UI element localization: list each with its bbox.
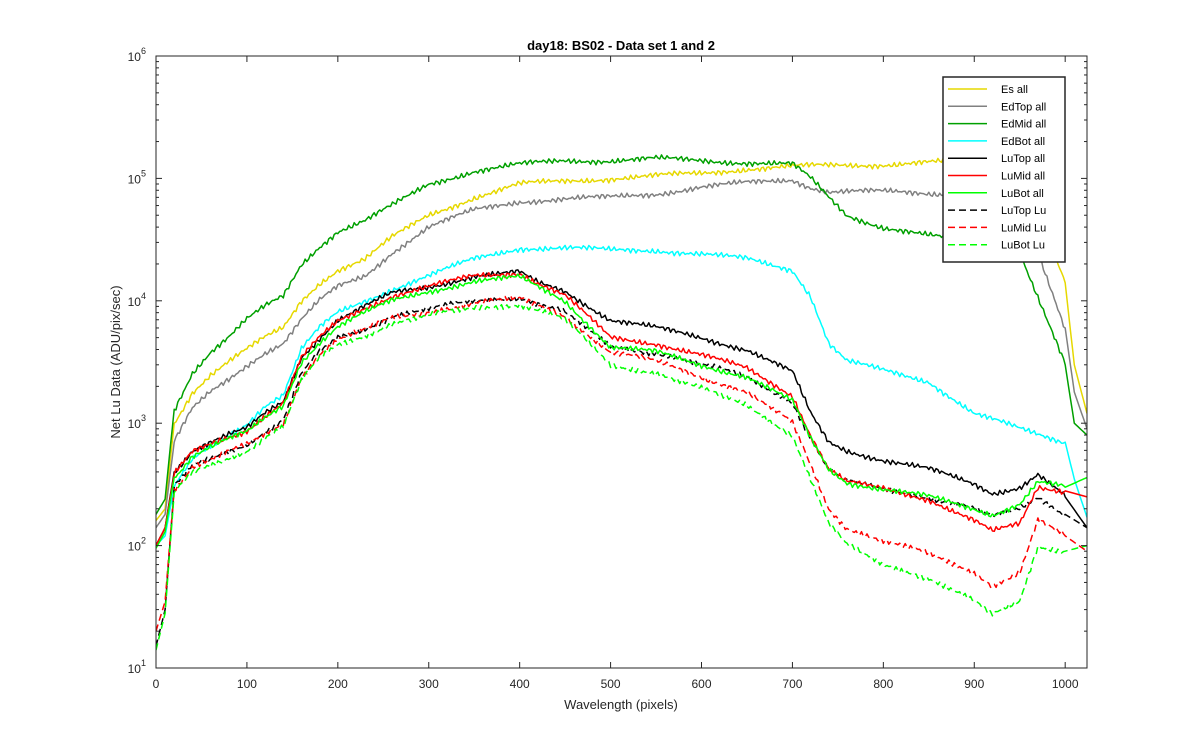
- x-tick-label: 700: [782, 677, 802, 691]
- chart-figure: 0 100 200 300 400 500 600 700 800 900 1000 1011021…: [0, 0, 1200, 750]
- x-tick-label: 900: [964, 677, 984, 691]
- legend-label: LuBot Lu: [1001, 240, 1045, 252]
- legend-label: LuMid all: [1001, 171, 1045, 183]
- x-tick-label: 200: [328, 677, 348, 691]
- legend-label: LuMid Lu: [1001, 222, 1046, 234]
- legend-label: LuBot all: [1001, 188, 1044, 200]
- y-tick-exponent: 4: [141, 291, 146, 301]
- legend-label: EdBot all: [1001, 136, 1045, 148]
- y-tick-base: 10: [128, 662, 142, 676]
- x-tick-label: 800: [873, 677, 893, 691]
- x-tick-label: 300: [419, 677, 439, 691]
- legend-label: LuTop Lu: [1001, 205, 1046, 217]
- legend: Es all EdTop all EdMid all EdBot all LuTop a…: [942, 76, 1066, 263]
- x-tick-label: 600: [691, 677, 711, 691]
- x-tick-label: 1000: [1052, 677, 1079, 691]
- y-tick-base: 10: [128, 50, 142, 64]
- x-tick-label: 400: [510, 677, 530, 691]
- y-tick-base: 10: [128, 295, 142, 309]
- legend-label: Es all: [1001, 84, 1028, 96]
- x-tick-label: 100: [237, 677, 257, 691]
- y-tick-base: 10: [128, 172, 142, 186]
- x-tick-label: 500: [601, 677, 621, 691]
- legend-label: EdTop all: [1001, 101, 1046, 113]
- y-tick-base: 10: [128, 417, 142, 431]
- legend-label: LuTop all: [1001, 153, 1045, 165]
- y-tick-exponent: 5: [141, 168, 146, 178]
- y-tick-exponent: 3: [141, 413, 146, 423]
- y-axis-label: Net Lu Data (ADU/pix/sec): [108, 285, 123, 438]
- x-tick-label: 0: [153, 677, 160, 691]
- x-axis-label: Wavelength (pixels): [564, 697, 678, 712]
- y-tick-base: 10: [128, 540, 142, 554]
- y-tick-exponent: 6: [141, 46, 146, 56]
- chart-title: day18: BS02 - Data set 1 and 2: [527, 38, 715, 53]
- legend-label: EdMid all: [1001, 119, 1046, 131]
- y-tick-exponent: 1: [141, 658, 146, 668]
- y-tick-exponent: 2: [141, 536, 146, 546]
